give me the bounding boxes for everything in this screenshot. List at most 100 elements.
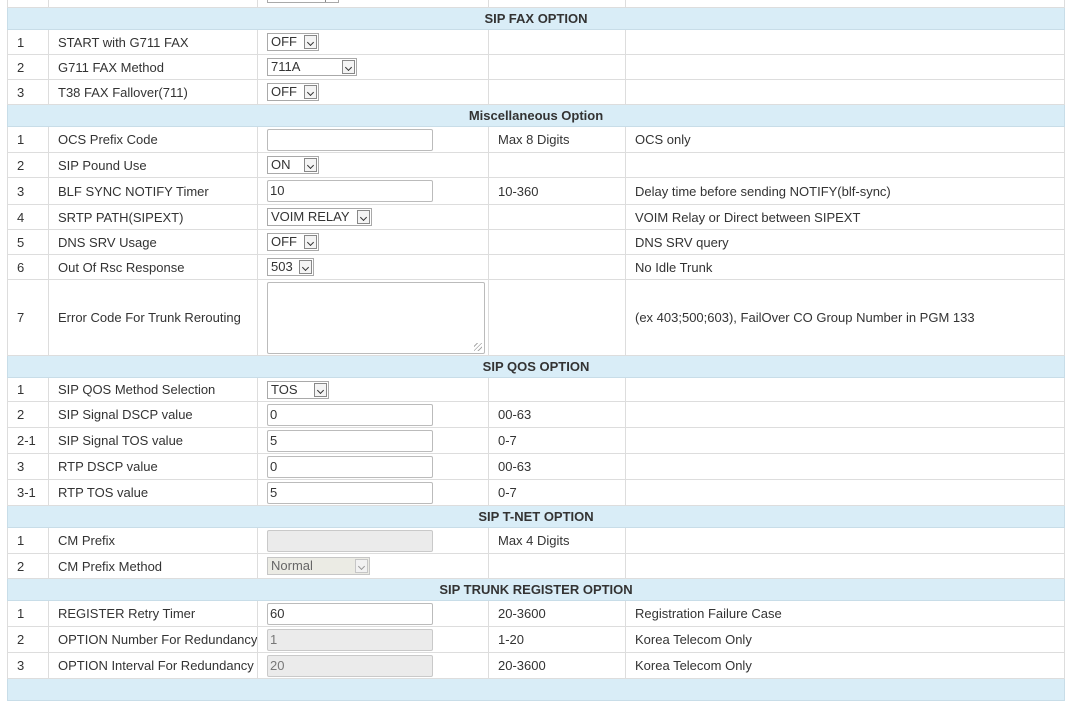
g711-fax-method-select[interactable]: 711A	[267, 58, 357, 76]
row-label: T38 FAX Fallover(711)	[48, 79, 258, 105]
register-retry-timer-input[interactable]: 60	[267, 602, 433, 625]
row-desc: Delay time before sending NOTIFY(blf-syn…	[625, 177, 1065, 205]
row-index: 3	[7, 79, 49, 105]
section-title: SIP TRUNK REGISTER OPTION	[7, 578, 1065, 601]
table-row: 3 T38 FAX Fallover(711) OFF	[7, 79, 1065, 105]
table-row: 3 OPTION Interval For Redundancy 20 20-3…	[7, 652, 1065, 679]
chevron-down-icon	[304, 35, 317, 49]
cm-prefix-method-select: Normal	[267, 557, 370, 575]
row-index: 7	[7, 279, 49, 356]
row-label: OPTION Interval For Redundancy	[48, 652, 258, 679]
ocs-prefix-code-input[interactable]	[267, 128, 433, 151]
row-label: REGISTER Retry Timer	[48, 600, 258, 627]
row-index: 1	[7, 377, 49, 402]
row-range: 20-3600	[488, 652, 626, 679]
sip-pound-use-select[interactable]: ON	[267, 156, 319, 174]
table-row: 1 CM Prefix Max 4 Digits	[7, 527, 1065, 554]
table-row	[7, 0, 1065, 8]
table-row: 2-1 SIP Signal TOS value 5 0-7	[7, 427, 1065, 454]
row-index: 1	[7, 126, 49, 153]
blf-sync-notify-timer-input[interactable]: 10	[267, 180, 433, 202]
table-row: 6 Out Of Rsc Response 503 No Idle Trunk	[7, 254, 1065, 280]
table-row: 2 SIP Pound Use ON	[7, 152, 1065, 178]
chevron-down-icon	[304, 85, 317, 99]
table-row: 2 OPTION Number For Redundancy 1 1-20 Ko…	[7, 626, 1065, 653]
select-partial[interactable]	[267, 0, 339, 3]
row-index: 1	[7, 527, 49, 554]
row-label: CM Prefix	[48, 527, 258, 554]
out-of-rsc-response-select[interactable]: 503	[267, 258, 314, 276]
section-title: SIP FAX OPTION	[7, 7, 1065, 30]
row-range: 00-63	[488, 401, 626, 428]
table-row: 3 BLF SYNC NOTIFY Timer 10 10-360 Delay …	[7, 177, 1065, 205]
table-row: 1 SIP QOS Method Selection TOS	[7, 377, 1065, 402]
settings-table: SIP FAX OPTION 1 START with G711 FAX OFF…	[7, 0, 1065, 701]
option-number-redundancy-input: 1	[267, 628, 433, 651]
sip-signal-dscp-input[interactable]: 0	[267, 403, 433, 426]
row-index: 1	[7, 29, 49, 55]
row-index: 5	[7, 229, 49, 255]
table-row: 2 CM Prefix Method Normal	[7, 553, 1065, 579]
row-label: OCS Prefix Code	[48, 126, 258, 153]
sip-qos-method-select[interactable]: TOS	[267, 380, 329, 399]
chevron-down-icon	[357, 210, 370, 224]
chevron-down-icon	[304, 158, 317, 172]
table-row: 3 RTP DSCP value 0 00-63	[7, 453, 1065, 480]
row-index: 2	[7, 54, 49, 80]
row-index: 2	[7, 401, 49, 428]
row-index: 2	[7, 553, 49, 579]
chevron-down-icon	[342, 60, 355, 74]
rtp-dscp-input[interactable]: 0	[267, 455, 433, 478]
chevron-down-icon	[355, 559, 368, 573]
section-title: Miscellaneous Option	[7, 104, 1065, 127]
row-label: SIP QOS Method Selection	[48, 377, 258, 402]
error-code-textarea[interactable]	[267, 281, 485, 354]
chevron-down-icon	[299, 260, 312, 274]
row-range: 00-63	[488, 453, 626, 480]
section-header-next	[7, 678, 1065, 701]
row-label: SIP Signal DSCP value	[48, 401, 258, 428]
row-desc: Korea Telecom Only	[625, 652, 1065, 679]
row-label: Error Code For Trunk Rerouting	[48, 279, 258, 356]
row-desc: Korea Telecom Only	[625, 626, 1065, 653]
row-desc: No Idle Trunk	[625, 254, 1065, 280]
section-header-qos: SIP QOS OPTION	[7, 355, 1065, 378]
row-index: 3	[7, 177, 49, 205]
row-label: RTP TOS value	[48, 479, 258, 506]
row-label: SIP Signal TOS value	[48, 427, 258, 454]
row-range: 1-20	[488, 626, 626, 653]
row-index: 2	[7, 626, 49, 653]
row-desc: DNS SRV query	[625, 229, 1065, 255]
row-index: 1	[7, 600, 49, 627]
row-range: Max 4 Digits	[488, 527, 626, 554]
table-row: 4 SRTP PATH(SIPEXT) VOIM RELAY VOIM Rela…	[7, 204, 1065, 230]
section-header-fax: SIP FAX OPTION	[7, 7, 1065, 30]
row-index: 3	[7, 652, 49, 679]
row-label: START with G711 FAX	[48, 29, 258, 55]
row-label: Out Of Rsc Response	[48, 254, 258, 280]
t38-fax-fallover-select[interactable]: OFF	[267, 83, 319, 101]
row-label: SRTP PATH(SIPEXT)	[48, 204, 258, 230]
rtp-tos-input[interactable]: 5	[267, 481, 433, 504]
row-desc: (ex 403;500;603), FailOver CO Group Numb…	[625, 279, 1065, 356]
row-range: 10-360	[488, 177, 626, 205]
row-index: 2	[7, 152, 49, 178]
row-range: 20-3600	[488, 600, 626, 627]
table-row: 1 OCS Prefix Code Max 8 Digits OCS only	[7, 126, 1065, 153]
srtp-path-select[interactable]: VOIM RELAY	[267, 208, 372, 226]
row-index: 3	[7, 453, 49, 480]
section-header-tnet: SIP T-NET OPTION	[7, 505, 1065, 528]
row-range: 0-7	[488, 479, 626, 506]
dns-srv-usage-select[interactable]: OFF	[267, 233, 319, 251]
sip-signal-tos-input[interactable]: 5	[267, 429, 433, 452]
option-interval-redundancy-input: 20	[267, 654, 433, 677]
row-desc: Registration Failure Case	[625, 600, 1065, 627]
start-g711-fax-select[interactable]: OFF	[267, 33, 319, 51]
row-range: 0-7	[488, 427, 626, 454]
table-row: 2 G711 FAX Method 711A	[7, 54, 1065, 80]
row-desc: OCS only	[625, 126, 1065, 153]
table-row: 5 DNS SRV Usage OFF DNS SRV query	[7, 229, 1065, 255]
resize-grip-icon[interactable]	[474, 342, 482, 351]
table-row: 1 START with G711 FAX OFF	[7, 29, 1065, 55]
row-label: BLF SYNC NOTIFY Timer	[48, 177, 258, 205]
